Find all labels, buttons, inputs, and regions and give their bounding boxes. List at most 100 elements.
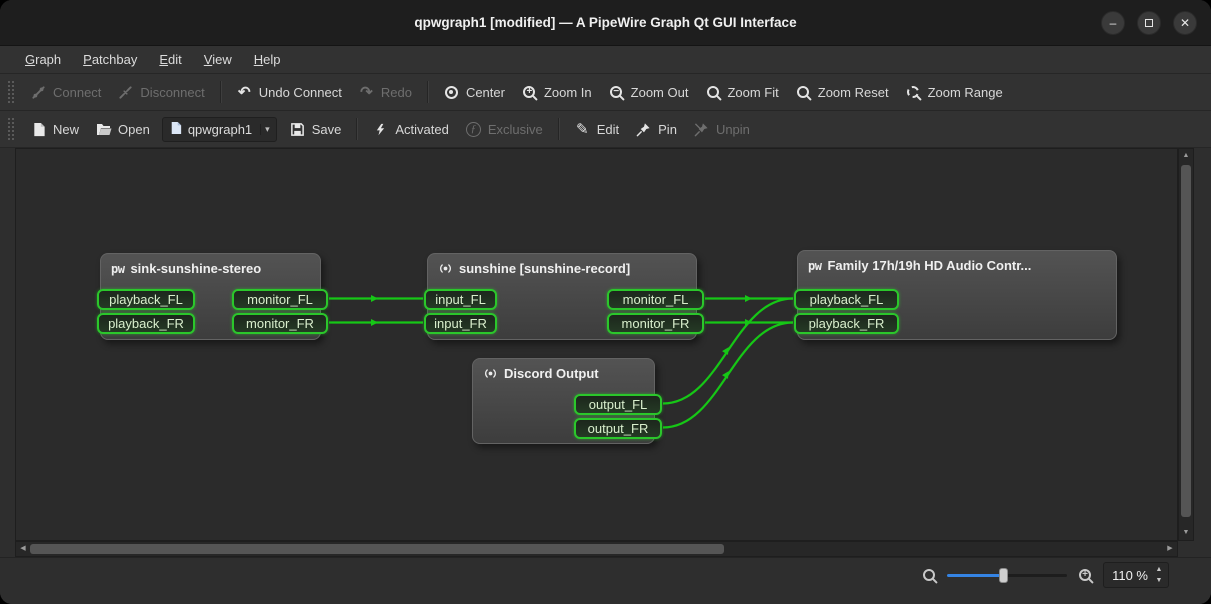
port-input-playback-fl[interactable]: playback_FL bbox=[97, 289, 195, 310]
zoom-in-button[interactable]: + Zoom In bbox=[513, 79, 600, 106]
graph-canvas[interactable]: pw sink-sunshine-stereo playback_FL play… bbox=[15, 148, 1178, 541]
zoom-in-small-icon: + bbox=[1079, 569, 1091, 581]
unpin-button[interactable]: Unpin bbox=[685, 116, 758, 143]
scroll-up-arrow[interactable]: ▲ bbox=[1179, 149, 1193, 163]
toolbar-drag-handle[interactable] bbox=[8, 81, 14, 103]
pin-button[interactable]: Pin bbox=[627, 116, 685, 143]
zoom-in-icon: + bbox=[521, 84, 538, 101]
zoom-out-label: Zoom Out bbox=[631, 85, 689, 100]
toolbar-separator bbox=[427, 81, 428, 103]
zoom-fit-icon bbox=[704, 84, 721, 101]
record-icon bbox=[483, 366, 498, 381]
center-icon bbox=[443, 84, 460, 101]
chevron-down-icon: ▾ bbox=[260, 124, 270, 135]
exclusive-toggle[interactable]: ƒ Exclusive bbox=[457, 116, 551, 143]
node-header: pw sink-sunshine-stereo bbox=[111, 261, 261, 276]
open-label: Open bbox=[118, 122, 150, 137]
undo-connect-button[interactable]: ↶ Undo Connect bbox=[228, 79, 350, 106]
port-input-playback-fl[interactable]: playback_FL bbox=[794, 289, 899, 310]
port-output-monitor-fl[interactable]: monitor_FL bbox=[607, 289, 704, 310]
unpin-label: Unpin bbox=[716, 122, 750, 137]
open-folder-icon bbox=[95, 121, 112, 138]
spinbox-arrows: ▲ ▼ bbox=[1152, 564, 1166, 586]
port-output-monitor-fr[interactable]: monitor_FR bbox=[607, 313, 704, 334]
patchbay-selector[interactable]: qpwgraph1 ▾ bbox=[162, 117, 277, 142]
node-title: sink-sunshine-stereo bbox=[130, 261, 261, 276]
port-output-fr[interactable]: output_FR bbox=[574, 418, 662, 439]
zoom-slider-handle[interactable] bbox=[999, 568, 1008, 583]
save-icon bbox=[289, 121, 306, 138]
zoom-range-icon bbox=[905, 84, 922, 101]
zoom-slider[interactable] bbox=[947, 567, 1067, 583]
edit-patchbay-button[interactable]: ✎ Edit bbox=[566, 116, 627, 143]
menu-patchbay[interactable]: Patchbay bbox=[72, 49, 148, 70]
exclusive-icon: ƒ bbox=[465, 121, 482, 138]
connect-label: Connect bbox=[53, 85, 101, 100]
node-title: Discord Output bbox=[504, 366, 599, 381]
menubar: Graph Patchbay Edit View Help bbox=[0, 46, 1211, 74]
zoom-range-label: Zoom Range bbox=[928, 85, 1003, 100]
minimize-button[interactable]: – bbox=[1101, 11, 1125, 35]
zoom-reset-button[interactable]: Zoom Reset bbox=[787, 79, 897, 106]
center-button[interactable]: Center bbox=[435, 79, 513, 106]
node-sunshine[interactable]: sunshine [sunshine-record] input_FL inpu… bbox=[427, 253, 697, 340]
window-title: qpwgraph1 [modified] — A PipeWire Graph … bbox=[0, 15, 1211, 30]
open-patchbay-button[interactable]: Open bbox=[87, 116, 158, 143]
new-patchbay-button[interactable]: New bbox=[22, 116, 87, 143]
horizontal-scrollbar-handle[interactable] bbox=[30, 544, 724, 554]
toolbar-separator bbox=[356, 118, 357, 140]
scroll-down-arrow[interactable]: ▼ bbox=[1179, 526, 1193, 540]
maximize-button[interactable] bbox=[1137, 11, 1161, 35]
disconnect-button[interactable]: Disconnect bbox=[109, 79, 212, 106]
graph-toolbar: Connect Disconnect ↶ Undo Connect ↷ Redo… bbox=[0, 74, 1211, 111]
toolbar-drag-handle[interactable] bbox=[8, 118, 14, 140]
menu-help[interactable]: Help bbox=[243, 49, 292, 70]
spin-up-button[interactable]: ▲ bbox=[1152, 564, 1166, 575]
node-sink-sunshine-stereo[interactable]: pw sink-sunshine-stereo playback_FL play… bbox=[100, 253, 321, 340]
spin-down-button[interactable]: ▼ bbox=[1152, 575, 1166, 586]
statusbar: + 110 % ▲ ▼ bbox=[0, 557, 1211, 604]
zoom-range-button[interactable]: Zoom Range bbox=[897, 79, 1011, 106]
toolbar-separator bbox=[558, 118, 559, 140]
zoom-fit-label: Zoom Fit bbox=[727, 85, 778, 100]
node-header: sunshine [sunshine-record] bbox=[438, 261, 630, 276]
node-title: sunshine [sunshine-record] bbox=[459, 261, 630, 276]
redo-button[interactable]: ↷ Redo bbox=[350, 79, 420, 106]
connections-layer bbox=[16, 149, 1178, 541]
vertical-scrollbar[interactable]: ▲ ▼ bbox=[1178, 148, 1194, 541]
port-input-fr[interactable]: input_FR bbox=[424, 313, 497, 334]
node-title: Family 17h/19h HD Audio Contr... bbox=[827, 258, 1031, 273]
activated-toggle[interactable]: Activated bbox=[364, 116, 456, 143]
menu-view[interactable]: View bbox=[193, 49, 243, 70]
port-input-playback-fr[interactable]: playback_FR bbox=[97, 313, 195, 334]
pipewire-icon: pw bbox=[808, 259, 821, 273]
new-label: New bbox=[53, 122, 79, 137]
node-header: pw Family 17h/19h HD Audio Contr... bbox=[808, 258, 1031, 273]
port-output-monitor-fr[interactable]: monitor_FR bbox=[232, 313, 328, 334]
node-discord-output[interactable]: Discord Output output_FL output_FR bbox=[472, 358, 655, 444]
disconnect-icon bbox=[117, 84, 134, 101]
zoom-out-button[interactable]: − Zoom Out bbox=[600, 79, 697, 106]
center-label: Center bbox=[466, 85, 505, 100]
port-input-playback-fr[interactable]: playback_FR bbox=[794, 313, 899, 334]
titlebar[interactable]: qpwgraph1 [modified] — A PipeWire Graph … bbox=[0, 0, 1211, 46]
port-input-fl[interactable]: input_FL bbox=[424, 289, 497, 310]
node-family-hd-audio[interactable]: pw Family 17h/19h HD Audio Contr... play… bbox=[797, 250, 1117, 340]
unpin-icon bbox=[693, 121, 710, 138]
zoom-reset-label: Zoom Reset bbox=[818, 85, 889, 100]
close-button[interactable]: ✕ bbox=[1173, 11, 1197, 35]
zoom-spinbox[interactable]: 110 % ▲ ▼ bbox=[1103, 562, 1169, 588]
zoom-fit-button[interactable]: Zoom Fit bbox=[696, 79, 786, 106]
menu-graph[interactable]: Graph bbox=[14, 49, 72, 70]
vertical-scrollbar-handle[interactable] bbox=[1181, 165, 1191, 517]
scroll-left-arrow[interactable]: ◀ bbox=[16, 542, 30, 556]
connect-button[interactable]: Connect bbox=[22, 79, 109, 106]
port-output-fl[interactable]: output_FL bbox=[574, 394, 662, 415]
menu-edit[interactable]: Edit bbox=[148, 49, 192, 70]
undo-icon: ↶ bbox=[236, 84, 253, 101]
horizontal-scrollbar[interactable]: ◀ ▶ bbox=[15, 541, 1178, 557]
scroll-right-arrow[interactable]: ▶ bbox=[1163, 542, 1177, 556]
save-patchbay-button[interactable]: Save bbox=[281, 116, 350, 143]
scrollbar-corner bbox=[1178, 541, 1194, 557]
port-output-monitor-fl[interactable]: monitor_FL bbox=[232, 289, 328, 310]
